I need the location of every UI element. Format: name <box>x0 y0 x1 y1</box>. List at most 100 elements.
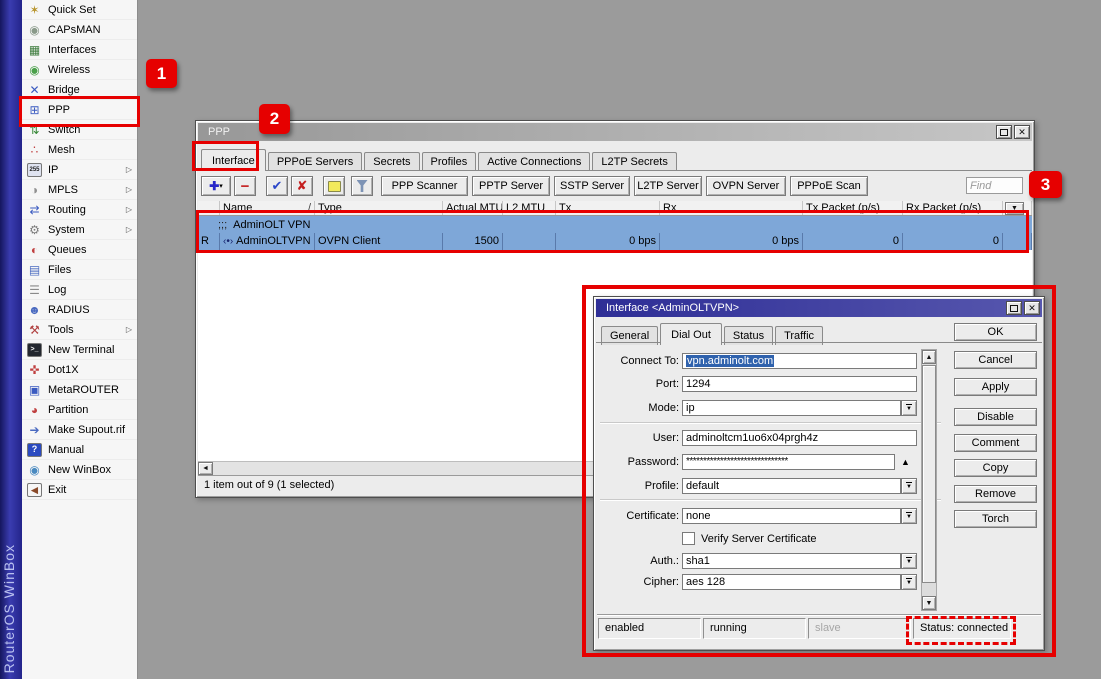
sstp-server-button[interactable]: SSTP Server <box>554 176 630 196</box>
tab-pppoe-servers[interactable]: PPPoE Servers <box>268 152 362 171</box>
sidebar-item-new-terminal[interactable]: ˃_New Terminal <box>22 340 137 360</box>
sidebar-item-make-supout[interactable]: ➔Make Supout.rif <box>22 420 137 440</box>
pppoe-scan-button[interactable]: PPPoE Scan <box>790 176 868 196</box>
sidebar-item-log[interactable]: ☰Log <box>22 280 137 300</box>
scroll-left-button[interactable]: ◄ <box>198 462 213 475</box>
cipher-dropdown-button[interactable]: ▼ <box>901 574 917 590</box>
dot1x-icon: ✜ <box>27 363 42 377</box>
sidebar-item-label: Partition <box>48 404 88 416</box>
mode-dropdown-button[interactable]: ▼ <box>901 400 917 416</box>
sidebar-item-system[interactable]: ⚙System▷ <box>22 220 137 240</box>
l2tp-server-button[interactable]: L2TP Server <box>634 176 702 196</box>
sidebar-item-manual[interactable]: ?Manual <box>22 440 137 460</box>
user-field[interactable]: adminoltcm1uo6x04prgh4z <box>682 430 917 446</box>
scrollbar-thumb[interactable] <box>922 365 936 583</box>
sidebar-item-mesh[interactable]: ∴Mesh <box>22 140 137 160</box>
remove-button[interactable]: Remove <box>954 485 1037 503</box>
tab-profiles[interactable]: Profiles <box>422 152 477 171</box>
dialog-titlebar[interactable]: Interface <AdminOLTVPN> ✕ <box>596 299 1042 317</box>
profile-dropdown-button[interactable]: ▼ <box>901 478 917 494</box>
verify-server-certificate-checkbox[interactable] <box>682 532 695 545</box>
enable-button[interactable]: ✔ <box>266 176 288 196</box>
cipher-select[interactable]: aes 128 <box>682 574 901 590</box>
ovpn-server-button[interactable]: OVPN Server <box>706 176 786 196</box>
sidebar-item-label: Make Supout.rif <box>48 424 125 436</box>
column-header-l2-mtu[interactable]: L2 MTU <box>503 201 556 215</box>
sidebar-item-radius[interactable]: ☻RADIUS <box>22 300 137 320</box>
connect-to-field[interactable]: vpn.adminolt.com <box>682 353 917 369</box>
comment-button[interactable] <box>323 176 345 196</box>
remove-button[interactable]: − <box>234 176 256 196</box>
sidebar-item-metarouter[interactable]: ▣MetaROUTER <box>22 380 137 400</box>
sidebar-item-ppp[interactable]: ⊞PPP <box>22 100 137 120</box>
table-row-comment[interactable]: ;;; AdminOLT VPN <box>198 216 1032 233</box>
add-button[interactable]: ✚▾ <box>201 176 231 196</box>
sidebar-item-new-winbox[interactable]: ◉New WinBox <box>22 460 137 480</box>
tab-secrets[interactable]: Secrets <box>364 152 419 171</box>
sidebar-item-bridge[interactable]: ✕Bridge <box>22 80 137 100</box>
sidebar-item-wireless[interactable]: ◉Wireless <box>22 60 137 80</box>
certificate-select[interactable]: none <box>682 508 901 524</box>
sidebar-item-files[interactable]: ▤Files <box>22 260 137 280</box>
apply-button[interactable]: Apply <box>954 378 1037 396</box>
port-field[interactable]: 1294 <box>682 376 917 392</box>
cancel-button[interactable]: Cancel <box>954 351 1037 369</box>
column-header-name[interactable]: Name/ <box>220 201 315 215</box>
tab-l2tp-secrets[interactable]: L2TP Secrets <box>592 152 676 171</box>
column-header-rx[interactable]: Rx <box>660 201 803 215</box>
pptp-server-button[interactable]: PPTP Server <box>472 176 550 196</box>
profile-label: Profile: <box>598 478 679 494</box>
column-header-actual-mtu[interactable]: Actual MTU <box>443 201 503 215</box>
sidebar-item-exit[interactable]: ◄Exit <box>22 480 137 500</box>
tab-active-connections[interactable]: Active Connections <box>478 152 590 171</box>
ppp-window-titlebar[interactable]: PPP ✕ <box>198 123 1032 141</box>
scroll-up-button[interactable]: ▲ <box>922 350 936 364</box>
sidebar-item-switch[interactable]: ⇅Switch <box>22 120 137 140</box>
column-header-tx-packet[interactable]: Tx Packet (p/s) <box>803 201 903 215</box>
tab-interface[interactable]: Interface <box>201 149 266 171</box>
comment-button[interactable]: Comment <box>954 434 1037 452</box>
column-header-type[interactable]: Type <box>315 201 443 215</box>
sidebar-item-dot1x[interactable]: ✜Dot1X <box>22 360 137 380</box>
sidebar-item-ip[interactable]: 255IP▷ <box>22 160 137 180</box>
sidebar-item-queues[interactable]: ◐Queues <box>22 240 137 260</box>
auth-dropdown-button[interactable]: ▼ <box>901 553 917 569</box>
certificate-dropdown-button[interactable]: ▼ <box>901 508 917 524</box>
sidebar-item-routing[interactable]: ⇄Routing▷ <box>22 200 137 220</box>
minus-icon: − <box>241 178 250 195</box>
vertical-scrollbar[interactable]: ▲ ▼ <box>921 349 937 611</box>
sidebar-item-quick-set[interactable]: ✶Quick Set <box>22 0 137 20</box>
sidebar-item-tools[interactable]: ⚒Tools▷ <box>22 320 137 340</box>
copy-button[interactable]: Copy <box>954 459 1037 477</box>
sidebar-item-interfaces[interactable]: ▦Interfaces <box>22 40 137 60</box>
filter-button[interactable] <box>351 176 373 196</box>
column-select-button[interactable]: ▼ <box>1005 202 1024 215</box>
ok-button[interactable]: OK <box>954 323 1037 341</box>
sidebar-item-mpls[interactable]: ◑MPLS▷ <box>22 180 137 200</box>
tab-dial-out[interactable]: Dial Out <box>660 323 722 345</box>
column-header-tx[interactable]: Tx <box>556 201 660 215</box>
disable-button[interactable]: ✘ <box>291 176 313 196</box>
disable-button[interactable]: Disable <box>954 408 1037 426</box>
find-input[interactable] <box>966 177 1023 194</box>
sidebar-item-partition[interactable]: ◕Partition <box>22 400 137 420</box>
auth-select[interactable]: sha1 <box>682 553 901 569</box>
maximize-button[interactable] <box>996 125 1012 139</box>
scroll-down-button[interactable]: ▼ <box>922 596 936 610</box>
ppp-scanner-button[interactable]: PPP Scanner <box>381 176 468 196</box>
torch-button[interactable]: Torch <box>954 510 1037 528</box>
profile-select[interactable]: default <box>682 478 901 494</box>
column-header-rx-packet[interactable]: Rx Packet (p/s) <box>903 201 1003 215</box>
interface-dialog: Interface <AdminOLTVPN> ✕ General Dial O… <box>593 296 1045 651</box>
sidebar-item-label: Queues <box>48 244 87 256</box>
certificate-label: Certificate: <box>598 508 679 524</box>
password-field[interactable]: ****************************** <box>682 454 895 470</box>
close-button[interactable]: ✕ <box>1024 301 1040 315</box>
sidebar-item-capsman[interactable]: ◉CAPsMAN <box>22 20 137 40</box>
flag-column-header[interactable] <box>198 201 220 215</box>
mode-select[interactable]: ip <box>682 400 901 416</box>
close-button[interactable]: ✕ <box>1014 125 1030 139</box>
table-row[interactable]: R ‹•›AdminOLTVPN OVPN Client 1500 0 bps … <box>198 233 1032 250</box>
maximize-button[interactable] <box>1006 301 1022 315</box>
password-reveal-button[interactable]: ▲ <box>901 457 910 467</box>
